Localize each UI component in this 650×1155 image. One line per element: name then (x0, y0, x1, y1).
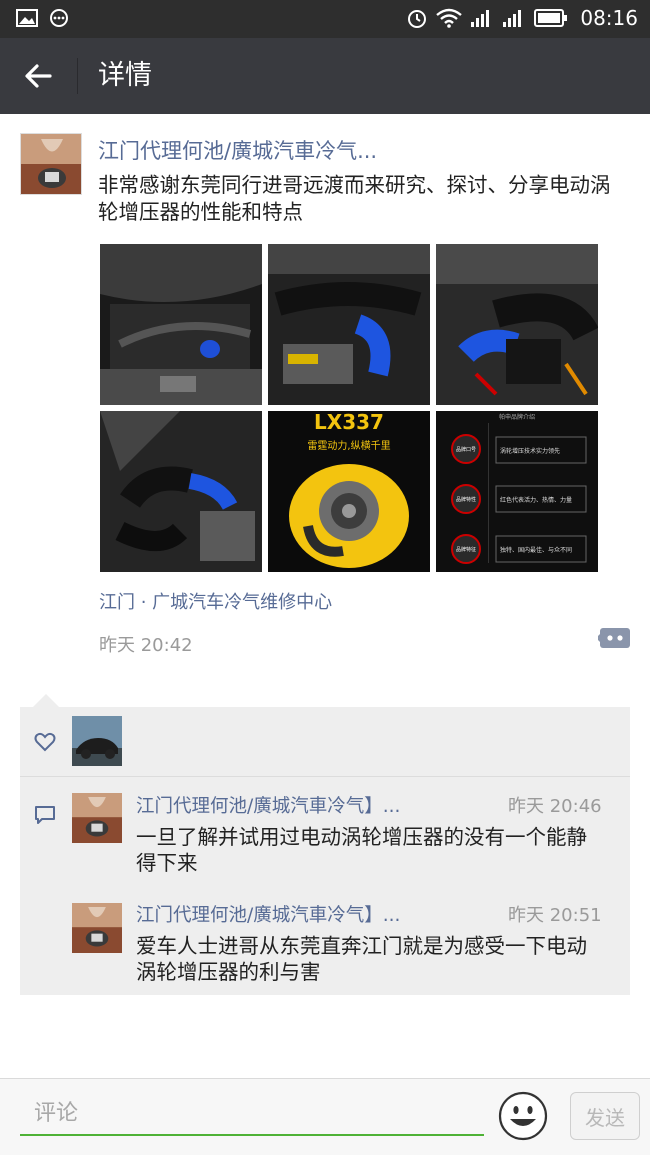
engine-bay-photo-3[interactable] (436, 244, 598, 405)
comment-input[interactable] (20, 1092, 484, 1136)
comment-text: 一旦了解并试用过电动涡轮增压器的没有一个能静得下来 (136, 825, 587, 875)
info-badge-2: 品牌特性 (456, 496, 476, 503)
post-content: 非常感谢东莞同行进哥远渡而来研究、探讨、分享电动涡轮增压器的性能和特点 (98, 173, 611, 224)
status-bar: 08:16 (0, 0, 650, 38)
post-timestamp: 昨天 20:42 (99, 635, 193, 656)
title-bar: 详情 (0, 38, 650, 114)
alarm-icon (408, 10, 427, 28)
info-badge-3: 品牌特征 (456, 546, 476, 553)
battery-icon (534, 9, 568, 27)
brand-info-poster[interactable]: 帕申品牌介绍 品牌口号 品牌特性 品牌特征 涡轮增压技术实力领先 红色代表活力、… (436, 411, 598, 572)
info-badge-1: 品牌口号 (456, 446, 476, 453)
engine-bay-photo-4[interactable] (100, 411, 262, 572)
chat-notification-icon (50, 9, 68, 27)
comment-more-icon[interactable] (598, 626, 632, 650)
signal-icon-2 (503, 10, 522, 27)
author-avatar[interactable] (20, 133, 82, 195)
photo-grid: LX337 雷霆动力,纵横千里 帕申品牌介绍 品牌口号 品牌特性 品牌特征 涡轮… (100, 244, 598, 572)
comment-bubble-icon (35, 806, 55, 824)
comment-box-arrow (33, 694, 59, 707)
post-location[interactable]: 江门 · 广城汽车冷气维修中心 (99, 588, 332, 614)
emoji-icon[interactable] (498, 1091, 548, 1141)
post-author-name[interactable]: 江门代理何池/廣城汽車冷气... (98, 135, 377, 165)
poster-title: LX337 (314, 411, 384, 434)
title-divider (77, 58, 78, 94)
engine-bay-photo-2[interactable] (268, 244, 430, 405)
clock-time: 08:16 (580, 6, 638, 30)
engine-bay-photo-1[interactable] (100, 244, 262, 405)
image-notification-icon (16, 9, 38, 27)
heart-icon (34, 732, 56, 752)
page-title: 详情 (98, 60, 152, 91)
comment-timestamp: 昨天 20:46 (508, 796, 602, 817)
comment-avatar[interactable] (72, 903, 122, 953)
like-row-divider (20, 776, 630, 777)
info-header: 帕申品牌介绍 (499, 413, 535, 421)
wifi-icon (436, 8, 463, 28)
back-arrow-icon[interactable] (18, 56, 58, 96)
like-avatar[interactable] (72, 716, 122, 766)
signal-icon (471, 10, 490, 27)
comment-author[interactable]: 江门代理何池/廣城汽車冷气】... (136, 901, 400, 927)
info-line-2: 红色代表活力、热情、力量 (500, 496, 572, 504)
info-line-1: 涡轮增压技术实力领先 (500, 447, 560, 455)
comment-text: 爱车人士进哥从东莞直奔江门就是为感受一下电动涡轮增压器的利与害 (136, 934, 587, 984)
poster-tagline: 雷霆动力,纵横千里 (307, 439, 390, 452)
comment-author[interactable]: 江门代理何池/廣城汽車冷气】... (136, 792, 400, 818)
info-line-3: 独特、国内最佳、与众不同 (500, 546, 572, 554)
send-button[interactable]: 发送 (570, 1092, 640, 1140)
comment-timestamp: 昨天 20:51 (508, 905, 602, 926)
comment-avatar[interactable] (72, 793, 122, 843)
turbo-product-poster[interactable]: LX337 雷霆动力,纵横千里 (268, 411, 430, 572)
